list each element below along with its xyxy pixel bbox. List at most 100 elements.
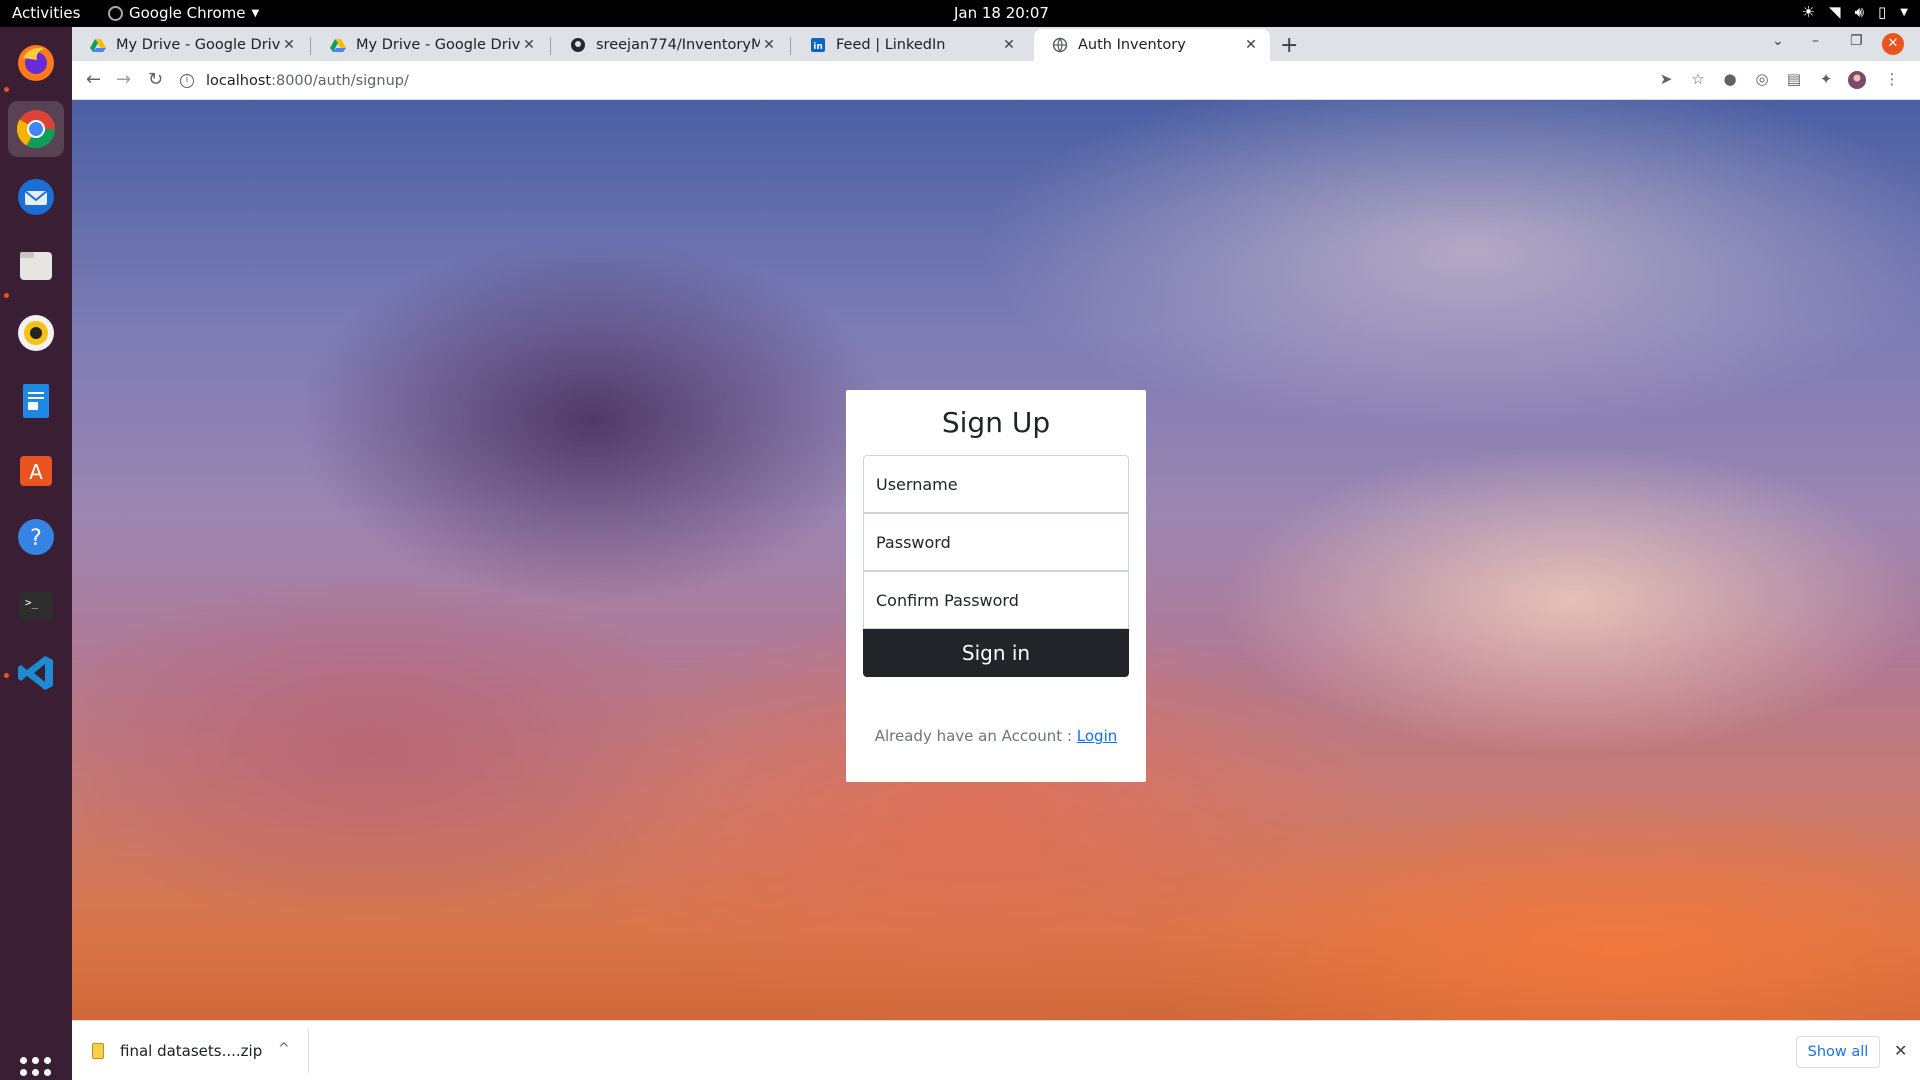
running-indicator (4, 87, 9, 92)
linkedin-icon: in (811, 38, 825, 52)
sign-in-button[interactable]: Sign in (863, 629, 1129, 677)
tab-search-icon[interactable]: ⌄ (1772, 33, 1784, 49)
writer-launcher[interactable] (8, 373, 64, 429)
confirm-password-input[interactable]: Confirm Password (863, 571, 1129, 629)
tab-auth-inventory[interactable]: Auth Inventory ✕ (1034, 29, 1270, 61)
thunderbird-launcher[interactable] (8, 169, 64, 225)
zip-file-icon (92, 1043, 104, 1059)
chevron-up-icon[interactable]: ^ (278, 1041, 290, 1057)
tab-linkedin[interactable]: in Feed | LinkedIn ✕ (792, 29, 1028, 61)
app-menu[interactable]: Google Chrome ▼ (108, 4, 259, 22)
tab-divider (790, 37, 791, 55)
close-tab-icon[interactable]: ✕ (1000, 37, 1018, 53)
writer-icon (23, 384, 49, 418)
files-launcher[interactable] (8, 237, 64, 293)
chrome-window: My Drive - Google Drive ✕ My Drive - Goo… (72, 27, 1920, 1080)
reload-icon[interactable]: ↻ (148, 69, 163, 90)
svg-text:?: ? (30, 526, 42, 551)
chrome-icon (16, 110, 56, 149)
tab-title: Feed | LinkedIn (836, 37, 946, 53)
files-icon (20, 252, 52, 280)
volume-icon: 🔊︎ (1854, 3, 1865, 21)
extension-circle-icon[interactable]: ◎ (1752, 70, 1772, 90)
svg-text:A: A (29, 460, 43, 484)
rhythmbox-launcher[interactable] (8, 305, 64, 361)
restore-icon[interactable]: ❐ (1850, 33, 1863, 49)
tab-title: My Drive - Google Drive (356, 37, 520, 53)
new-tab-icon[interactable]: + (1280, 33, 1298, 58)
back-icon[interactable]: ← (86, 69, 101, 90)
github-icon (571, 38, 585, 52)
globe-icon (1052, 37, 1068, 53)
close-tab-icon[interactable]: ✕ (760, 37, 778, 53)
firefox-launcher[interactable] (8, 35, 64, 91)
close-tab-icon[interactable]: ✕ (520, 37, 538, 53)
download-item[interactable]: final datasets....zip (120, 1042, 262, 1060)
close-tab-icon[interactable]: ✕ (1242, 37, 1260, 53)
extensions-puzzle-icon[interactable]: ✦ (1816, 70, 1836, 90)
brightness-icon: ☀ (1801, 3, 1816, 21)
vscode-launcher[interactable] (8, 645, 64, 701)
login-prompt: Already have an Account : Login (846, 727, 1146, 745)
extension-metamask-icon[interactable]: ● (1720, 70, 1740, 90)
tab-google-drive-2[interactable]: My Drive - Google Drive ✕ (312, 29, 548, 61)
help-icon: ? (18, 519, 54, 555)
tab-divider (550, 37, 551, 55)
page-viewport: Sign Up Username Password Confirm Passwo… (72, 100, 1920, 1020)
tab-strip: My Drive - Google Drive ✕ My Drive - Goo… (72, 27, 1920, 61)
close-download-bar-icon[interactable]: ✕ (1894, 1041, 1907, 1060)
activities-button[interactable]: Activities (12, 4, 80, 22)
terminal-icon: >_ (19, 592, 53, 620)
software-launcher[interactable]: A (8, 441, 64, 497)
battery-icon: ▯ (1878, 3, 1887, 21)
page-title: Sign Up (941, 406, 1051, 439)
firefox-icon (18, 45, 54, 81)
login-prompt-text: Already have an Account : (874, 727, 1077, 745)
chevron-down-icon: ▼ (1900, 6, 1908, 18)
tab-title: Auth Inventory (1078, 37, 1186, 53)
chevron-down-icon: ▼ (251, 7, 260, 19)
help-launcher[interactable]: ? (8, 509, 64, 565)
running-indicator (4, 293, 9, 298)
password-input[interactable]: Password (863, 513, 1129, 571)
tab-github[interactable]: sreejan774/InventoryMan ✕ (552, 29, 788, 61)
tab-google-drive-1[interactable]: My Drive - Google Drive ✕ (72, 29, 308, 61)
google-drive-icon (330, 39, 346, 52)
rhythmbox-icon (18, 315, 54, 351)
clock[interactable]: Jan 18 20:07 (954, 4, 1049, 22)
url-host: localhost (206, 73, 272, 89)
system-tray[interactable]: ☀ ◥ 🔊︎ ▯ ▼ (1802, 3, 1908, 21)
google-drive-icon (90, 39, 106, 52)
svg-text:in: in (813, 42, 823, 52)
username-placeholder: Username (876, 474, 958, 494)
show-all-button[interactable]: Show all (1796, 1036, 1880, 1068)
tab-title: sreejan774/InventoryMan (596, 37, 760, 53)
menu-kebab-icon[interactable]: ⋮ (1882, 70, 1902, 90)
forward-icon[interactable]: → (116, 69, 131, 90)
thunderbird-icon (18, 179, 54, 215)
system-top-bar: Activities Google Chrome ▼ Jan 18 20:07 … (0, 0, 1920, 27)
download-bar: final datasets....zip ^ Show all ✕ (72, 1020, 1920, 1080)
minimize-icon[interactable]: – (1812, 33, 1819, 49)
divider (308, 1029, 309, 1073)
signup-card: Sign Up Username Password Confirm Passwo… (846, 390, 1146, 782)
close-window-icon[interactable]: ✕ (1882, 33, 1904, 55)
password-placeholder: Password (876, 532, 951, 552)
close-tab-icon[interactable]: ✕ (280, 37, 298, 53)
dock: A ? >_ (0, 27, 72, 1080)
address-bar[interactable]: i localhost :8000/auth/signup/ (180, 66, 1720, 96)
browser-toolbar: ← → ↻ i localhost :8000/auth/signup/ ➤ ☆… (72, 61, 1920, 100)
send-tab-icon[interactable]: ➤ (1656, 70, 1676, 90)
chrome-launcher[interactable] (8, 101, 64, 157)
username-input[interactable]: Username (863, 455, 1129, 513)
bookmark-star-icon[interactable]: ☆ (1688, 70, 1708, 90)
site-info-icon[interactable]: i (180, 74, 194, 88)
terminal-launcher[interactable]: >_ (8, 577, 64, 633)
login-link[interactable]: Login (1077, 727, 1117, 745)
software-icon: A (20, 456, 52, 486)
profile-avatar[interactable] (1847, 70, 1867, 90)
svg-text:>_: >_ (25, 596, 39, 609)
show-apps-icon[interactable] (20, 1057, 51, 1080)
extension-chart-icon[interactable]: ▤ (1784, 70, 1804, 90)
app-menu-label: Google Chrome (129, 4, 246, 22)
